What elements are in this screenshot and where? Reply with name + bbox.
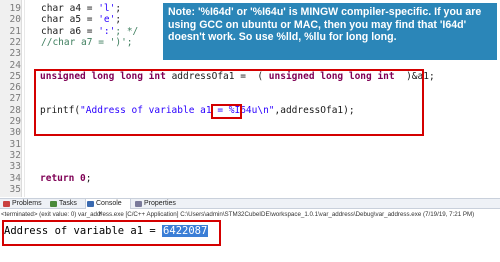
line-number: 33 bbox=[9, 161, 21, 172]
properties-icon bbox=[135, 201, 142, 207]
console-icon bbox=[87, 201, 94, 207]
code-token: char a5 = bbox=[41, 14, 99, 25]
code-token: 'e' bbox=[98, 14, 116, 25]
code-token: char a4 = bbox=[41, 3, 99, 14]
tab-console-label: Console bbox=[96, 200, 122, 207]
tab-tasks-label: Tasks bbox=[59, 200, 77, 207]
code-token: ; bbox=[115, 3, 122, 14]
tab-properties[interactable]: Properties bbox=[134, 199, 186, 209]
tab-properties-label: Properties bbox=[144, 200, 176, 207]
code-token: return 0 bbox=[40, 173, 86, 184]
highlight-declaration-box bbox=[34, 69, 424, 136]
line-number: 35 bbox=[9, 184, 21, 195]
code-line: //char a7 = ')'; bbox=[41, 37, 133, 49]
highlight-format-specifier-box bbox=[211, 104, 242, 119]
tasks-icon bbox=[50, 201, 57, 207]
code-token: ; bbox=[85, 173, 92, 184]
line-number: 27 bbox=[9, 93, 21, 104]
code-token: char a6 = bbox=[41, 26, 99, 37]
problems-icon bbox=[3, 201, 10, 207]
code-token: ; bbox=[115, 14, 122, 25]
compiler-note-banner: Note: '%I64d' or '%I64u' is MINGW compil… bbox=[163, 3, 497, 60]
line-number: 20 bbox=[9, 14, 21, 25]
code-token: 'l' bbox=[98, 3, 116, 14]
code-line: return 0; bbox=[40, 173, 92, 185]
code-token: //char a7 = ')'; bbox=[41, 37, 133, 48]
tab-problems[interactable]: Problems bbox=[2, 199, 47, 209]
editor-ruler bbox=[24, 0, 25, 197]
code-token: ; */ bbox=[115, 26, 139, 37]
tab-tasks[interactable]: Tasks bbox=[49, 199, 83, 209]
console-status-line: <terminated> (exit value: 0) var_address… bbox=[1, 211, 475, 218]
code-token: ':' bbox=[98, 26, 116, 37]
tab-problems-label: Problems bbox=[12, 200, 42, 207]
panel-tab-bar: Problems Tasks Console ✕ Properties bbox=[0, 198, 500, 217]
line-number: 23 bbox=[9, 48, 21, 59]
code-line: char a5 = 'e'; bbox=[41, 14, 121, 26]
tab-console[interactable]: Console ✕ bbox=[85, 199, 131, 217]
highlight-output-box bbox=[2, 220, 221, 246]
line-number: 30 bbox=[9, 127, 21, 138]
line-number-gutter: 19 20 21 22 23 24 25 26 27 28 29 30 31 32 33 34 35 bbox=[0, 0, 22, 197]
